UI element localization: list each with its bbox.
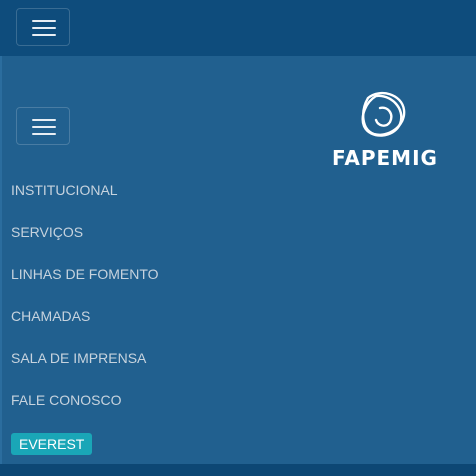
menu-toggle-button[interactable]: [16, 8, 70, 46]
top-navbar: [0, 0, 476, 56]
everest-button[interactable]: EVEREST: [11, 433, 93, 455]
nav-item-linhas-de-fomento[interactable]: LINHAS DE FOMENTO: [11, 266, 159, 282]
secondary-menu-toggle-button[interactable]: [16, 107, 70, 145]
nav-item-sala-de-imprensa[interactable]: SALA DE IMPRENSA: [11, 350, 146, 366]
bottom-bar: [0, 464, 476, 476]
nav-item-institucional[interactable]: INSTITUCIONAL: [11, 182, 118, 198]
fapemig-logo-mark-icon: [361, 91, 406, 137]
logo-text: FAPEMIG: [332, 146, 438, 170]
nav-item-fale-conosco[interactable]: FALE CONOSCO: [11, 392, 121, 408]
hamburger-icon: [32, 20, 56, 22]
hamburger-icon: [32, 119, 56, 121]
nav-item-servicos[interactable]: SERVIÇOS: [11, 224, 83, 240]
fapemig-logo[interactable]: FAPEMIG: [332, 90, 438, 170]
nav-item-chamadas[interactable]: CHAMADAS: [11, 308, 90, 324]
